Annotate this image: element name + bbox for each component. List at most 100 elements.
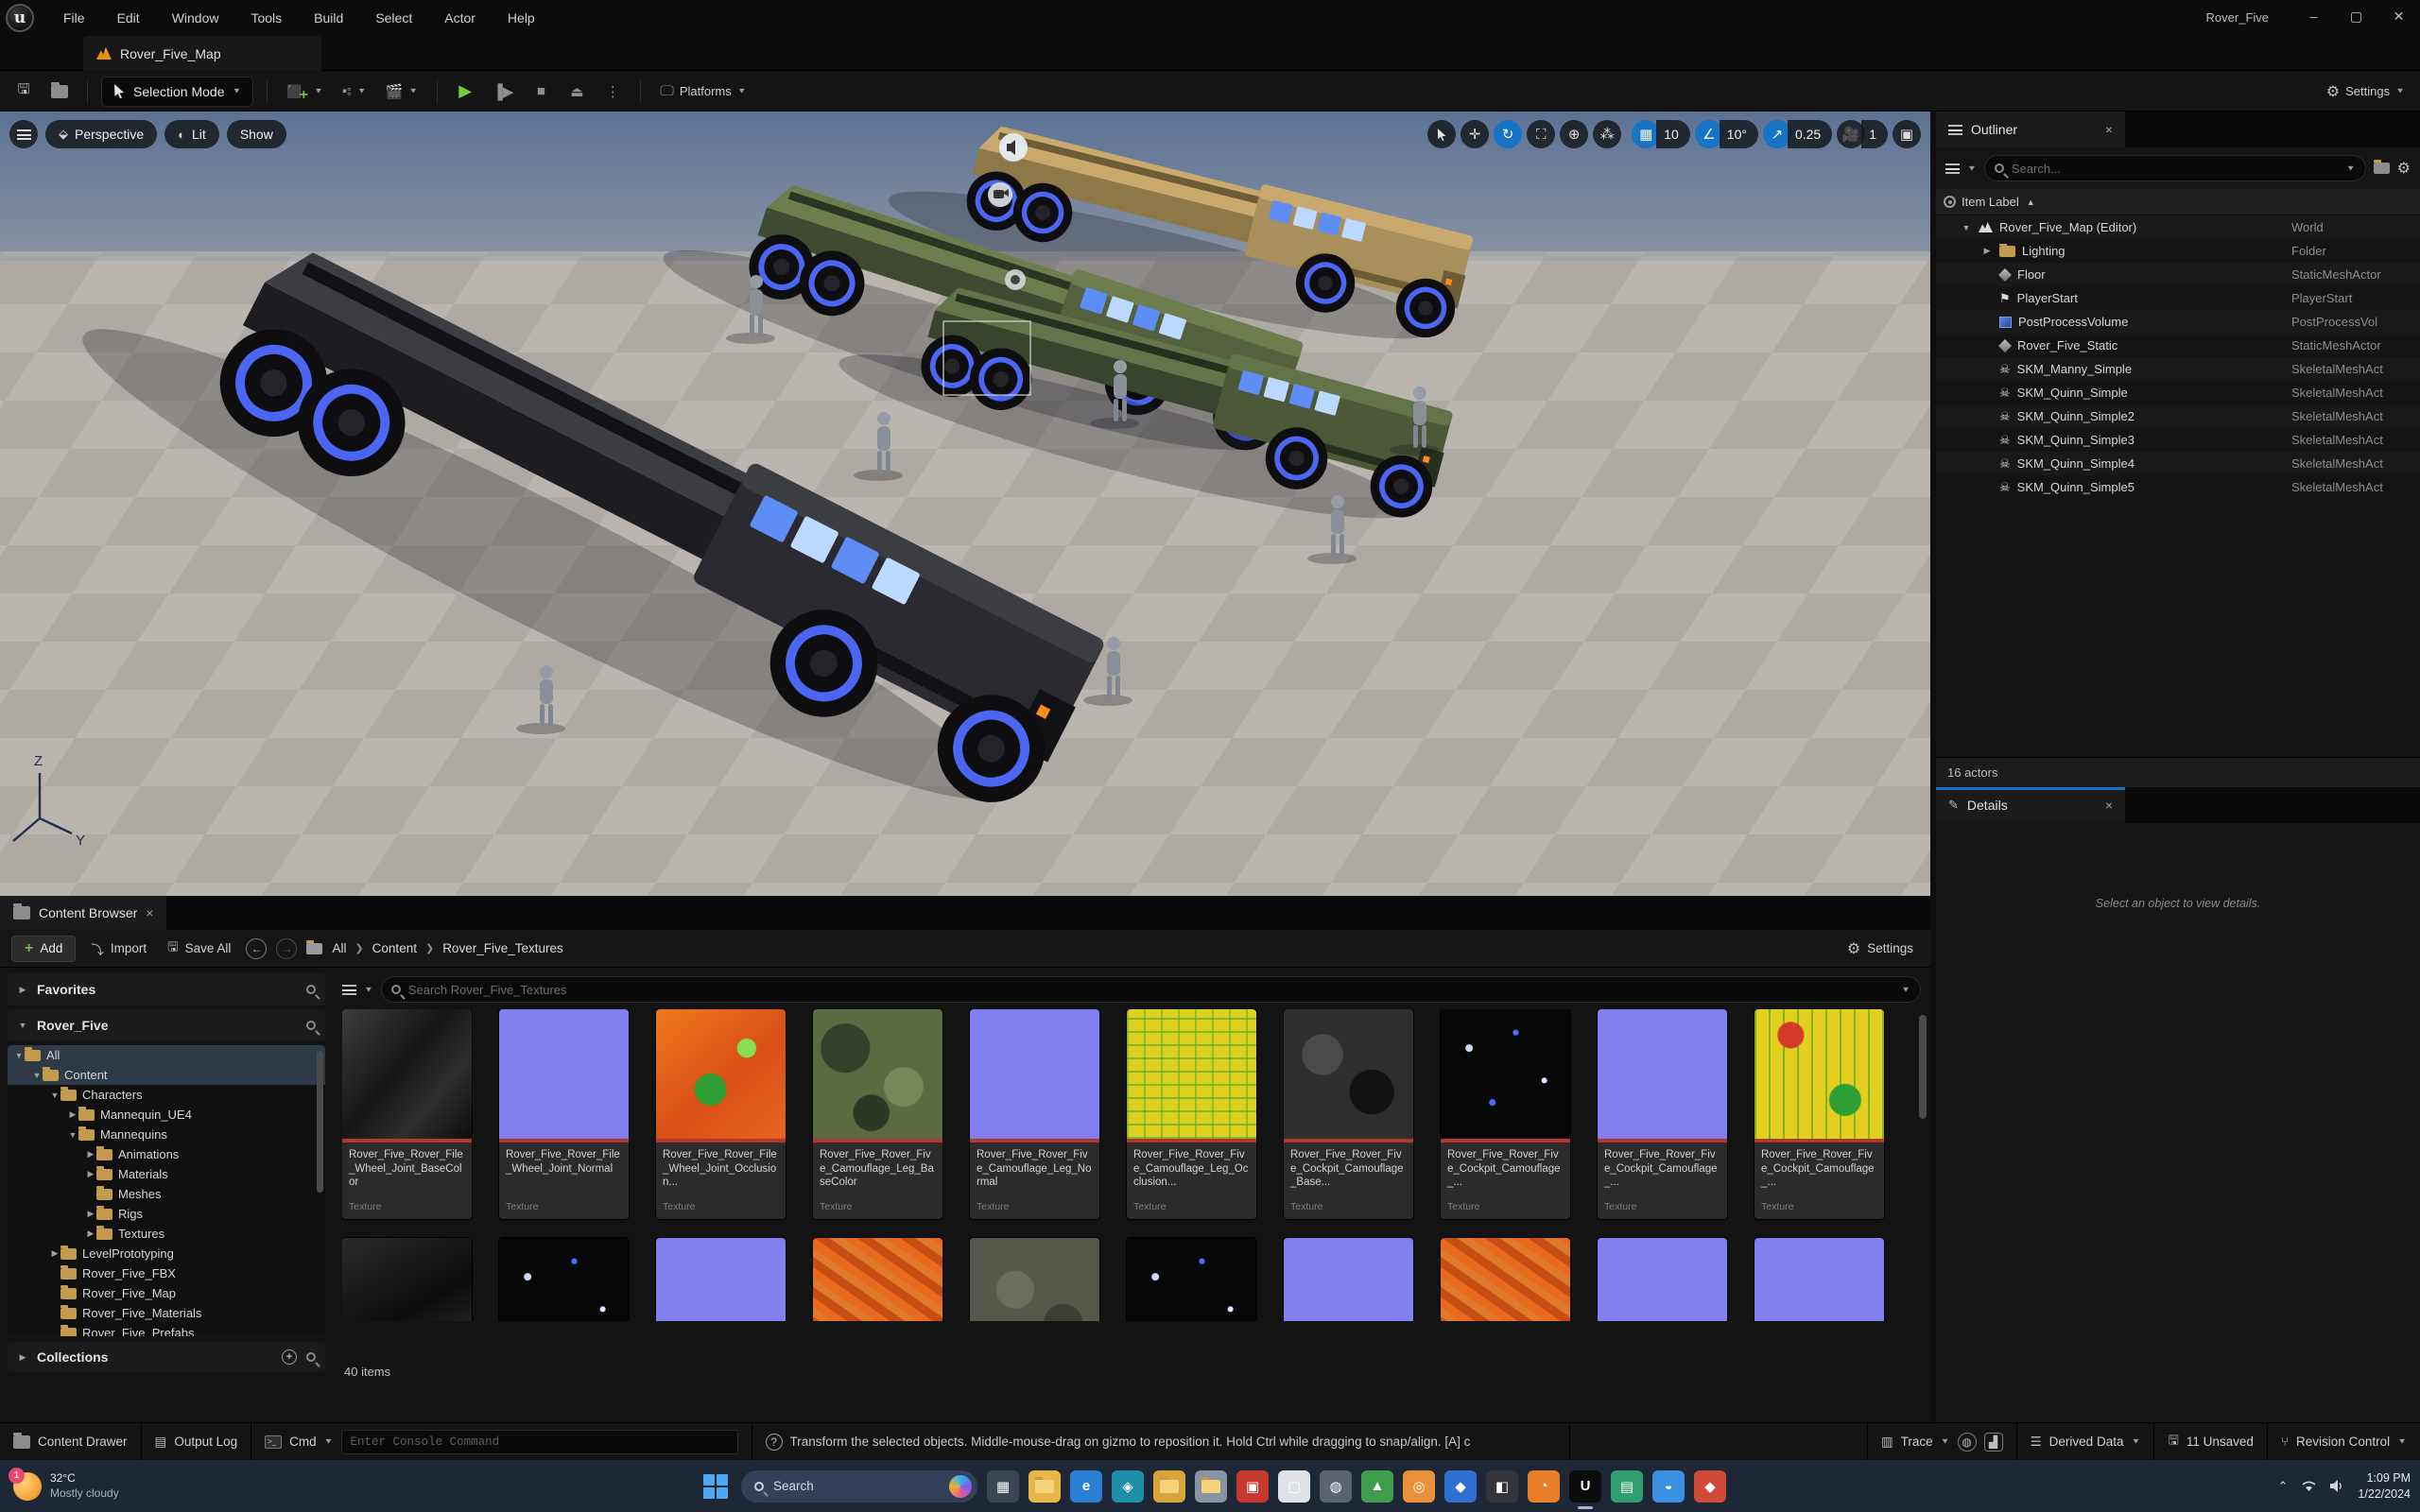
profiler-icon[interactable]: ▟ (1983, 1432, 2003, 1452)
filter-icon[interactable] (1945, 163, 1960, 174)
asset-tile[interactable]: Rover_Five_Rover_Five_Cockpit_Camouflage… (1598, 1009, 1727, 1219)
tab-outliner[interactable]: Outliner × (1936, 112, 2125, 147)
derived-data-dropdown[interactable]: ☰ Derived Data ▼ (2017, 1423, 2155, 1460)
expander-icon[interactable]: ▶ (85, 1209, 96, 1219)
item-label-column-header[interactable]: Item Label (1962, 195, 2019, 209)
tree-item-content[interactable]: ▼ Content (8, 1065, 325, 1085)
add-collection-icon[interactable]: + (282, 1349, 297, 1365)
expander-icon[interactable]: ▼ (31, 1071, 43, 1080)
taskbar-clock[interactable]: 1:09 PM 1/22/2024 (2358, 1470, 2411, 1503)
outliner-row[interactable]: ☠ SKM_Quinn_Simple5 SkeletalMeshAct (1936, 475, 2420, 499)
surface-snap-button[interactable]: ⁂ (1593, 120, 1622, 148)
tree-item-mannequins[interactable]: ▼ Mannequins (8, 1125, 325, 1144)
outliner-row[interactable]: ☠ SKM_Quinn_Simple2 SkeletalMeshAct (1936, 404, 2420, 428)
tree-item-rigs[interactable]: ▶ Rigs (8, 1204, 325, 1224)
trace-dropdown[interactable]: ▥ Trace ▼ ◍ ▟ (1866, 1423, 2017, 1460)
eject-button[interactable]: ⏏ (562, 77, 591, 106)
cmd-dropdown[interactable]: >_ Cmd ▼ Enter Console Command (251, 1423, 751, 1460)
taskbar-app-app-dark[interactable]: ◧ (1486, 1469, 1518, 1503)
taskbar-app-app-red-2[interactable]: ◆ (1694, 1469, 1726, 1503)
volume-icon[interactable] (2330, 1480, 2344, 1492)
outliner-row[interactable]: ☠ SKM_Quinn_Simple SkeletalMeshAct (1936, 381, 2420, 404)
taskbar-app-app-green[interactable]: ▲ (1361, 1469, 1393, 1503)
tray-expand-icon[interactable]: ⌃ (2277, 1479, 2288, 1494)
content-browser-settings-button[interactable]: ⚙ Settings (1841, 939, 1919, 958)
taskbar-app-chrome-browser[interactable]: ◎ (1403, 1469, 1435, 1503)
asset-search-input[interactable]: Search Rover_Five_Textures ▼ (380, 976, 1921, 1003)
menu-item-tools[interactable]: Tools (234, 0, 298, 36)
taskbar-app-edge-browser[interactable]: e (1070, 1469, 1102, 1503)
show-dropdown[interactable]: Show (226, 120, 286, 148)
menu-item-select[interactable]: Select (359, 0, 428, 36)
taskbar-app-app-red[interactable]: ▣ (1236, 1469, 1269, 1503)
tree-item-animations[interactable]: ▶ Animations (8, 1144, 325, 1164)
taskbar-app-folder-app-2[interactable] (1195, 1469, 1227, 1503)
outliner-settings-icon[interactable]: ⚙ (2397, 159, 2411, 178)
output-log-button[interactable]: ▤ Output Log (142, 1423, 252, 1460)
asset-tile[interactable] (1754, 1238, 1884, 1321)
outliner-row[interactable]: ☠ SKM_Quinn_Simple3 SkeletalMeshAct (1936, 428, 2420, 452)
tree-item-rover_five_materials[interactable]: Rover_Five_Materials (8, 1303, 325, 1323)
tab-content-browser[interactable]: Content Browser × (0, 896, 167, 930)
import-button[interactable]: ⤵ Import (85, 939, 152, 958)
rotation-snap-value[interactable]: 10° (1719, 120, 1758, 148)
asset-tile[interactable]: Rover_Five_Rover_File_Wheel_Joint_Occlus… (656, 1009, 786, 1219)
breadcrumb-content[interactable]: Content (372, 941, 417, 955)
asset-tile[interactable] (499, 1238, 629, 1321)
taskbar-app-app-blue-2[interactable]: ◒ (1652, 1469, 1685, 1503)
taskbar-app-steam-app[interactable]: ◍ (1320, 1469, 1352, 1503)
revision-control-dropdown[interactable]: ⑂ Revision Control ▼ (2268, 1423, 2420, 1460)
rotate-tool-button[interactable]: ↻ (1494, 120, 1523, 148)
expander-icon[interactable]: ▼ (13, 1051, 25, 1060)
outliner-search-input[interactable]: Search... ▼ (1983, 155, 2366, 181)
search-icon[interactable] (306, 1021, 316, 1030)
asset-tile[interactable]: Rover_Five_Rover_Five_Cockpit_Camouflage… (1754, 1009, 1884, 1219)
save-all-button[interactable]: 🖫 Save All (162, 937, 236, 959)
filter-icon[interactable] (342, 984, 356, 995)
tree-item-rover_five_prefabs[interactable]: Rover_Five_Prefabs (8, 1323, 325, 1336)
taskbar-app-task-view[interactable]: ▦ (987, 1469, 1019, 1503)
expander-icon[interactable]: ▶ (85, 1228, 96, 1239)
asset-tile[interactable] (813, 1238, 942, 1321)
wifi-icon[interactable] (2301, 1480, 2317, 1492)
close-icon[interactable]: × (2105, 122, 2113, 137)
menu-item-build[interactable]: Build (298, 0, 359, 36)
menu-item-file[interactable]: File (47, 0, 101, 36)
favorites-section[interactable]: ▶ Favorites (8, 973, 325, 1005)
chevron-down-icon[interactable]: ▼ (1967, 164, 1977, 173)
play-options-button[interactable]: ⋮ (598, 77, 627, 106)
outliner-row[interactable]: ▶ Lighting Folder (1936, 239, 2420, 263)
close-icon[interactable]: × (146, 905, 153, 920)
play-button[interactable]: ▶ (451, 77, 479, 106)
menu-item-help[interactable]: Help (492, 0, 551, 36)
menu-item-window[interactable]: Window (156, 0, 235, 36)
perspective-dropdown[interactable]: ⬙ Perspective (45, 120, 158, 148)
unsaved-button[interactable]: 🖫 11 Unsaved (2154, 1423, 2268, 1460)
tree-item-mannequin_ue4[interactable]: ▶ Mannequin_UE4 (8, 1105, 325, 1125)
tree-item-meshes[interactable]: Meshes (8, 1184, 325, 1204)
tree-item-levelprototyping[interactable]: ▶ LevelPrototyping (8, 1244, 325, 1263)
blueprints-dropdown[interactable]: ▪⦂ ▼ (337, 77, 372, 106)
expander-icon[interactable]: ▼ (49, 1091, 60, 1100)
viewport-3d[interactable]: ZY ⬙ Perspective ◐ Lit Show ✛ ↻ ⛶ ⊕ ⁂ ▦ 10… (0, 112, 1930, 896)
maximize-viewport-button[interactable]: ▣ (1893, 120, 1921, 148)
content-browser-button[interactable] (45, 77, 74, 106)
scale-tool-button[interactable]: ⛶ (1527, 120, 1556, 148)
outliner-row[interactable]: Floor StaticMeshActor (1936, 263, 2420, 286)
chevron-down-icon[interactable]: ▼ (364, 986, 373, 994)
insights-icon[interactable]: ◍ (1957, 1432, 1977, 1452)
asset-tile[interactable]: Rover_Five_Rover_Five_Cockpit_Camouflage… (1284, 1009, 1413, 1219)
search-icon[interactable] (306, 1352, 316, 1362)
start-button[interactable] (700, 1470, 732, 1503)
asset-tile[interactable] (1127, 1238, 1256, 1321)
translate-tool-button[interactable]: ✛ (1461, 120, 1490, 148)
asset-tile[interactable]: Rover_Five_Rover_Five_Camouflage_Leg_Occ… (1127, 1009, 1256, 1219)
outliner-row[interactable]: PostProcessVolume PostProcessVol (1936, 310, 2420, 334)
world-space-button[interactable]: ⊕ (1560, 120, 1589, 148)
settings-dropdown[interactable]: ⚙ Settings ▼ (2321, 77, 2411, 106)
taskbar-app-app-green-2[interactable]: ▤ (1611, 1469, 1643, 1503)
close-button[interactable]: ✕ (2377, 0, 2420, 32)
expander-icon[interactable]: ▼ (67, 1130, 78, 1140)
weather-widget[interactable]: 1 32°C Mostly cloudy (0, 1467, 132, 1501)
path-folder-icon[interactable] (306, 939, 323, 954)
